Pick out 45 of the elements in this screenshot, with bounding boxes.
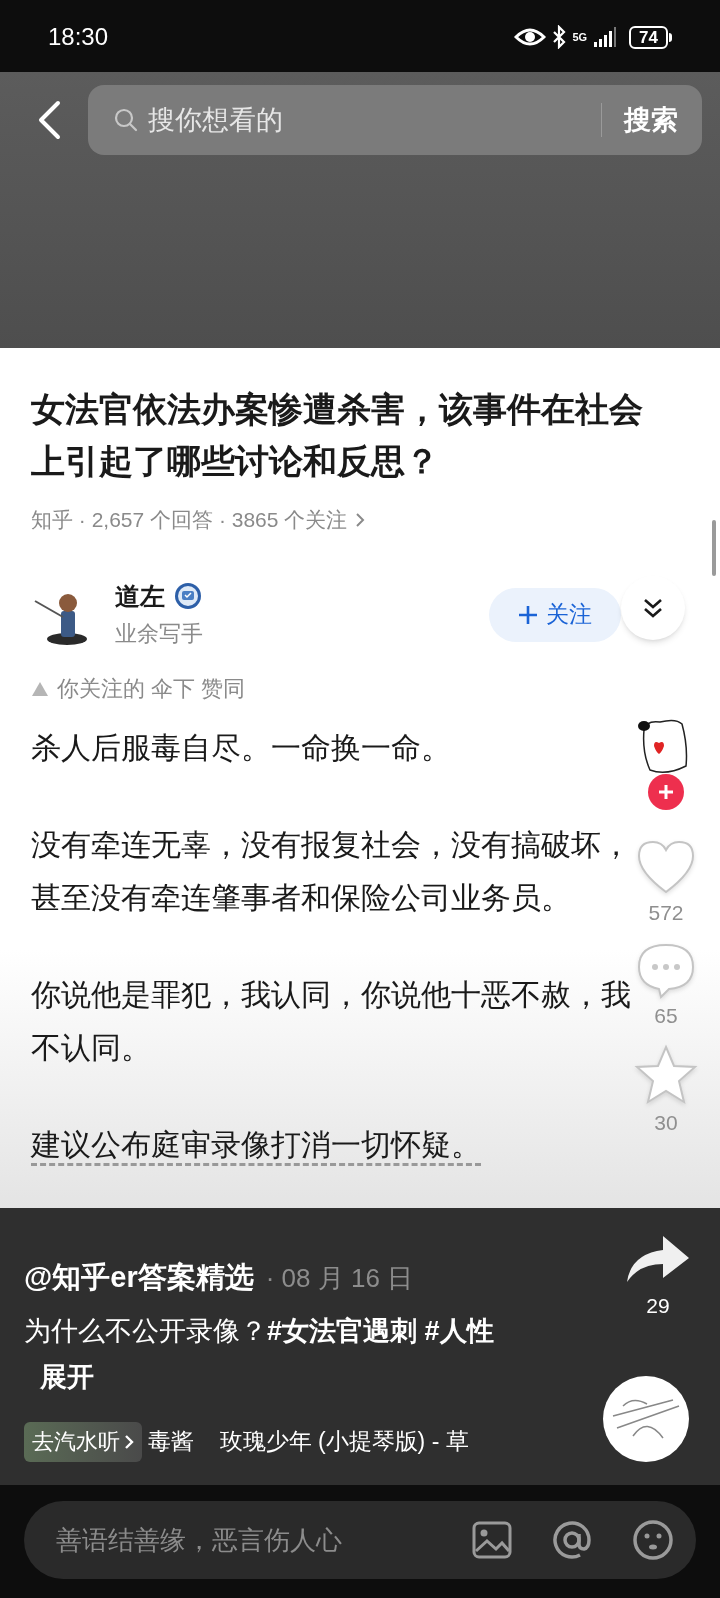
answer-paragraph: 没有牵连无辜，没有报复社会，没有搞破坏，甚至没有牵连肇事者和保险公司业务员。 xyxy=(31,827,632,916)
search-placeholder: 搜你想看的 xyxy=(148,103,284,137)
follow-button[interactable]: 关注 xyxy=(489,587,621,642)
account-name[interactable]: @知乎er答案精选 xyxy=(24,1256,254,1300)
expand-down-button[interactable] xyxy=(621,575,685,640)
question-title[interactable]: 女法官依法办案惨遭杀害，该事件在社会上引起了哪些讨论和反思？ xyxy=(31,383,676,487)
plus-icon xyxy=(518,604,538,625)
search-icon xyxy=(114,108,138,132)
action-count: 65 xyxy=(654,1005,678,1026)
bluetooth-icon xyxy=(552,25,567,49)
status-time: 18:30 xyxy=(48,22,109,52)
music-app-button[interactable]: 去汽水听 xyxy=(24,1421,142,1462)
action-count: 572 xyxy=(648,902,684,923)
chevron-right-icon[interactable] xyxy=(355,510,366,529)
expand-link[interactable]: 展开 xyxy=(40,1361,94,1392)
battery-indicator: 74 xyxy=(629,25,672,49)
scroll-bar xyxy=(712,520,716,576)
answer-paragraph: 杀人后服毒自尽。一命换一命。 xyxy=(31,730,452,766)
action-count: 30 xyxy=(654,1112,678,1133)
answer-paragraph: 建议公布庭审录像打消一切怀疑。 xyxy=(31,1127,482,1163)
image-icon[interactable] xyxy=(472,1521,512,1559)
answer-paragraph: 你说他是罪犯，我认同，你说他十恶不赦，我不认同。 xyxy=(31,977,632,1066)
author-bio: 业余写手 xyxy=(115,620,203,648)
chevron-right-icon xyxy=(124,1433,134,1450)
network-label: 5G xyxy=(572,31,588,43)
search-field[interactable]: 搜你想看的 搜索 xyxy=(88,85,702,155)
add-follow-icon[interactable] xyxy=(648,774,684,810)
eye-icon xyxy=(514,27,547,47)
post-date: · 08 月 16 日 xyxy=(265,1262,414,1295)
author-name[interactable]: 道左 xyxy=(115,577,165,615)
video-caption: 为什么不公开录像？#女法官遇刺 #人性 xyxy=(24,1315,494,1346)
back-icon[interactable] xyxy=(36,100,62,140)
comment-placeholder: 善语结善缘，恶言伤人心 xyxy=(56,1523,343,1557)
share-count: 29 xyxy=(646,1293,670,1319)
mention-icon[interactable] xyxy=(552,1520,592,1560)
double-chevron-down-icon xyxy=(642,596,664,619)
triangle-icon xyxy=(31,680,49,697)
comment-input[interactable]: 善语结善缘，恶言伤人心 xyxy=(24,1501,696,1579)
verified-badge-icon xyxy=(173,581,203,612)
endorsement-text: 你关注的 伞下 赞同 xyxy=(57,675,246,703)
emoji-icon[interactable] xyxy=(632,1519,674,1561)
signal-icon xyxy=(593,26,618,48)
star-icon[interactable] xyxy=(634,1044,698,1106)
music-title: 毒酱 玫瑰少年 (小提琴版) - 草 xyxy=(148,1427,469,1457)
search-button[interactable]: 搜索 xyxy=(624,99,678,141)
